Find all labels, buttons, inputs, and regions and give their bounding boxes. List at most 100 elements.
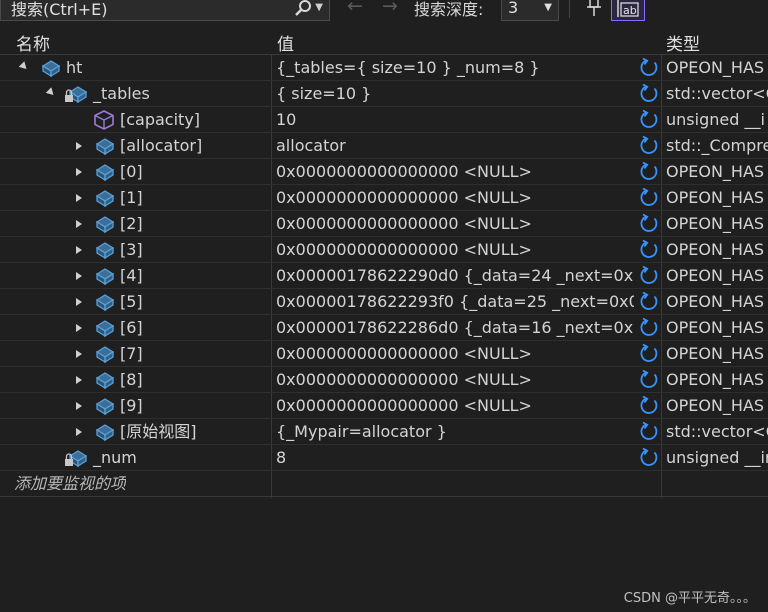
search-box[interactable]: 搜索(Ctrl+E) ▼ bbox=[0, 0, 330, 21]
refresh-icon[interactable] bbox=[638, 213, 660, 235]
value-cell[interactable]: 0x0000000000000000 <NULL> bbox=[276, 185, 634, 211]
name-cell[interactable]: [8] bbox=[0, 367, 270, 393]
name-cell[interactable]: [0] bbox=[0, 159, 270, 185]
refresh-icon[interactable] bbox=[638, 395, 660, 417]
value-cell[interactable]: 0x00000178622293f0 {_data=25 _next=0x0..… bbox=[276, 289, 634, 315]
name-cell[interactable]: _tables bbox=[0, 81, 270, 107]
value-cell[interactable]: {_Mypair=allocator } bbox=[276, 419, 634, 445]
column-header-row: 名称 值 类型 bbox=[0, 28, 768, 55]
collapse-arrow-icon[interactable] bbox=[45, 87, 57, 98]
value-cell[interactable]: 8 bbox=[276, 445, 634, 471]
name-cell[interactable]: [7] bbox=[0, 341, 270, 367]
refresh-icon[interactable] bbox=[638, 421, 660, 443]
forward-arrow-icon[interactable]: → bbox=[382, 0, 398, 17]
variable-name: [8] bbox=[120, 370, 143, 389]
name-cell[interactable]: [4] bbox=[0, 263, 270, 289]
search-depth-label: 搜索深度: bbox=[414, 0, 484, 19]
watch-row[interactable]: [原始视图] {_Mypair=allocator } std::vector<C bbox=[0, 419, 768, 445]
object-icon bbox=[92, 161, 116, 183]
refresh-icon[interactable] bbox=[638, 57, 660, 79]
refresh-icon[interactable] bbox=[638, 369, 660, 391]
expand-arrow-icon[interactable] bbox=[76, 402, 82, 410]
name-cell[interactable]: [原始视图] bbox=[0, 419, 270, 445]
refresh-icon[interactable] bbox=[638, 109, 660, 131]
search-depth-select[interactable]: 3 ▼ bbox=[501, 0, 559, 21]
expand-arrow-icon[interactable] bbox=[76, 220, 82, 228]
column-header-name[interactable]: 名称 bbox=[16, 30, 50, 55]
expand-arrow-icon[interactable] bbox=[76, 142, 82, 150]
value-cell[interactable]: {_tables={ size=10 } _num=8 } bbox=[276, 55, 634, 81]
value-cell[interactable]: allocator bbox=[276, 133, 634, 159]
refresh-icon[interactable] bbox=[638, 187, 660, 209]
watch-row[interactable]: [6] 0x00000178622286d0 {_data=16 _next=0x… bbox=[0, 315, 768, 341]
refresh-icon[interactable] bbox=[638, 343, 660, 365]
chevron-down-icon[interactable]: ▼ bbox=[315, 2, 323, 13]
pin-icon[interactable] bbox=[584, 0, 604, 18]
expand-arrow-icon[interactable] bbox=[76, 194, 82, 202]
value-cell[interactable]: 0x0000000000000000 <NULL> bbox=[276, 211, 634, 237]
value-cell[interactable]: 10 bbox=[276, 107, 634, 133]
refresh-icon[interactable] bbox=[638, 265, 660, 287]
watch-row[interactable]: [8] 0x0000000000000000 <NULL> OPEON_HAS bbox=[0, 367, 768, 393]
refresh-icon[interactable] bbox=[638, 317, 660, 339]
refresh-icon[interactable] bbox=[638, 83, 660, 105]
expand-arrow-icon[interactable] bbox=[76, 168, 82, 176]
expand-arrow-icon[interactable] bbox=[76, 428, 82, 436]
refresh-icon[interactable] bbox=[638, 135, 660, 157]
name-cell[interactable]: [allocator] bbox=[0, 133, 270, 159]
refresh-icon[interactable] bbox=[638, 447, 660, 469]
name-cell[interactable]: [capacity] bbox=[0, 107, 270, 133]
expand-arrow-icon[interactable] bbox=[76, 350, 82, 358]
search-input[interactable]: 搜索(Ctrl+E) bbox=[1, 0, 293, 20]
value-cell[interactable]: 0x0000000000000000 <NULL> bbox=[276, 237, 634, 263]
watch-row[interactable]: [1] 0x0000000000000000 <NULL> OPEON_HAS bbox=[0, 185, 768, 211]
search-icon[interactable] bbox=[293, 0, 313, 18]
value-cell[interactable]: 0x00000178622286d0 {_data=16 _next=0x0..… bbox=[276, 315, 634, 341]
name-cell[interactable]: [1] bbox=[0, 185, 270, 211]
add-watch-placeholder[interactable]: 添加要监视的项 bbox=[14, 471, 126, 497]
value-cell[interactable]: 0x0000000000000000 <NULL> bbox=[276, 367, 634, 393]
value-cell[interactable]: 0x0000000000000000 <NULL> bbox=[276, 159, 634, 185]
back-arrow-icon[interactable]: ← bbox=[347, 0, 363, 17]
refresh-icon[interactable] bbox=[638, 161, 660, 183]
watch-row[interactable]: _num 8 unsigned __ir bbox=[0, 445, 768, 471]
chevron-down-icon: ▼ bbox=[544, 2, 552, 13]
private-field-icon bbox=[65, 447, 89, 469]
expand-arrow-icon[interactable] bbox=[76, 272, 82, 280]
name-cell[interactable]: _num bbox=[0, 445, 270, 471]
watch-row[interactable]: _tables { size=10 } std::vector<C bbox=[0, 81, 768, 107]
refresh-icon[interactable] bbox=[638, 291, 660, 313]
column-header-value[interactable]: 值 bbox=[277, 30, 294, 55]
watch-row[interactable]: [2] 0x0000000000000000 <NULL> OPEON_HAS bbox=[0, 211, 768, 237]
watch-row[interactable]: [4] 0x00000178622290d0 {_data=24 _next=0x… bbox=[0, 263, 768, 289]
name-cell[interactable]: [9] bbox=[0, 393, 270, 419]
watch-row[interactable]: [3] 0x0000000000000000 <NULL> OPEON_HAS bbox=[0, 237, 768, 263]
watch-row[interactable]: [5] 0x00000178622293f0 {_data=25 _next=0x… bbox=[0, 289, 768, 315]
capacity-icon bbox=[92, 109, 116, 131]
expand-arrow-icon[interactable] bbox=[76, 324, 82, 332]
value-cell[interactable]: 0x0000000000000000 <NULL> bbox=[276, 393, 634, 419]
expand-arrow-icon[interactable] bbox=[76, 298, 82, 306]
watch-toolbar: 搜索(Ctrl+E) ▼ ← → 搜索深度: 3 ▼ ab bbox=[0, 0, 768, 21]
name-cell[interactable]: ht bbox=[0, 55, 270, 81]
expand-arrow-icon[interactable] bbox=[76, 246, 82, 254]
watch-row[interactable]: ht {_tables={ size=10 } _num=8 } OPEON_HAS bbox=[0, 55, 768, 81]
name-cell[interactable]: [6] bbox=[0, 315, 270, 341]
watch-row[interactable]: [0] 0x0000000000000000 <NULL> OPEON_HAS bbox=[0, 159, 768, 185]
watch-row[interactable]: [7] 0x0000000000000000 <NULL> OPEON_HAS bbox=[0, 341, 768, 367]
name-cell[interactable]: [3] bbox=[0, 237, 270, 263]
collapse-arrow-icon[interactable] bbox=[18, 61, 30, 72]
add-watch-row[interactable]: 添加要监视的项 bbox=[0, 471, 768, 497]
refresh-icon[interactable] bbox=[638, 239, 660, 261]
value-cell[interactable]: 0x0000000000000000 <NULL> bbox=[276, 341, 634, 367]
watch-row[interactable]: [allocator] allocator std::_Compre bbox=[0, 133, 768, 159]
column-header-type[interactable]: 类型 bbox=[666, 30, 700, 55]
value-cell[interactable]: { size=10 } bbox=[276, 81, 634, 107]
expand-arrow-icon[interactable] bbox=[76, 376, 82, 384]
ab-button[interactable]: ab bbox=[611, 0, 645, 21]
name-cell[interactable]: [5] bbox=[0, 289, 270, 315]
watch-row[interactable]: [capacity] 10 unsigned __i bbox=[0, 107, 768, 133]
name-cell[interactable]: [2] bbox=[0, 211, 270, 237]
value-cell[interactable]: 0x00000178622290d0 {_data=24 _next=0x0..… bbox=[276, 263, 634, 289]
watch-row[interactable]: [9] 0x0000000000000000 <NULL> OPEON_HAS bbox=[0, 393, 768, 419]
